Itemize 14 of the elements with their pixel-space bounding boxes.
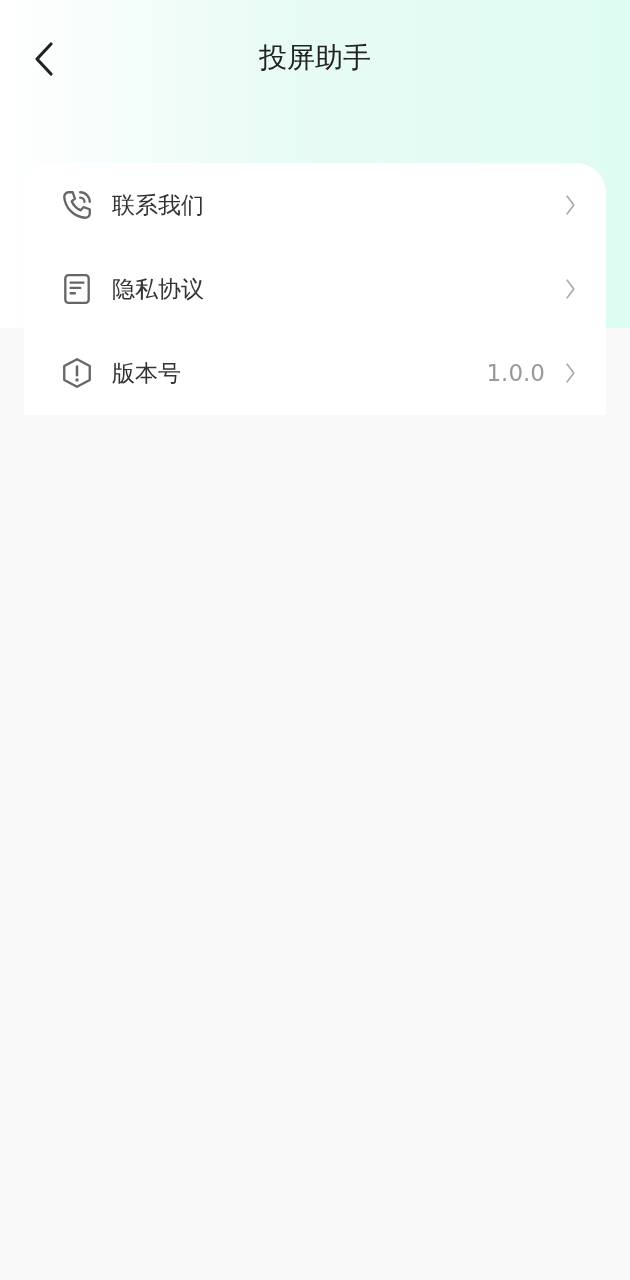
chevron-right-icon — [565, 362, 576, 384]
menu-label: 隐私协议 — [112, 274, 205, 304]
menu-label: 版本号 — [112, 358, 182, 388]
page-title: 投屏助手 — [259, 40, 371, 76]
alert-icon — [60, 356, 94, 390]
menu-item[interactable]: 隐私协议 — [24, 247, 606, 331]
version-value: 1.0.0 — [486, 360, 545, 386]
chevron-right-icon — [565, 194, 576, 216]
menu-label: 联系我们 — [112, 190, 205, 220]
menu-item[interactable]: 联系我们 — [24, 163, 606, 247]
back-icon — [33, 41, 55, 77]
chevron-right-icon — [565, 278, 576, 300]
phone-icon — [60, 188, 94, 222]
menu-item[interactable]: 版本号 1.0.0 — [24, 331, 606, 415]
